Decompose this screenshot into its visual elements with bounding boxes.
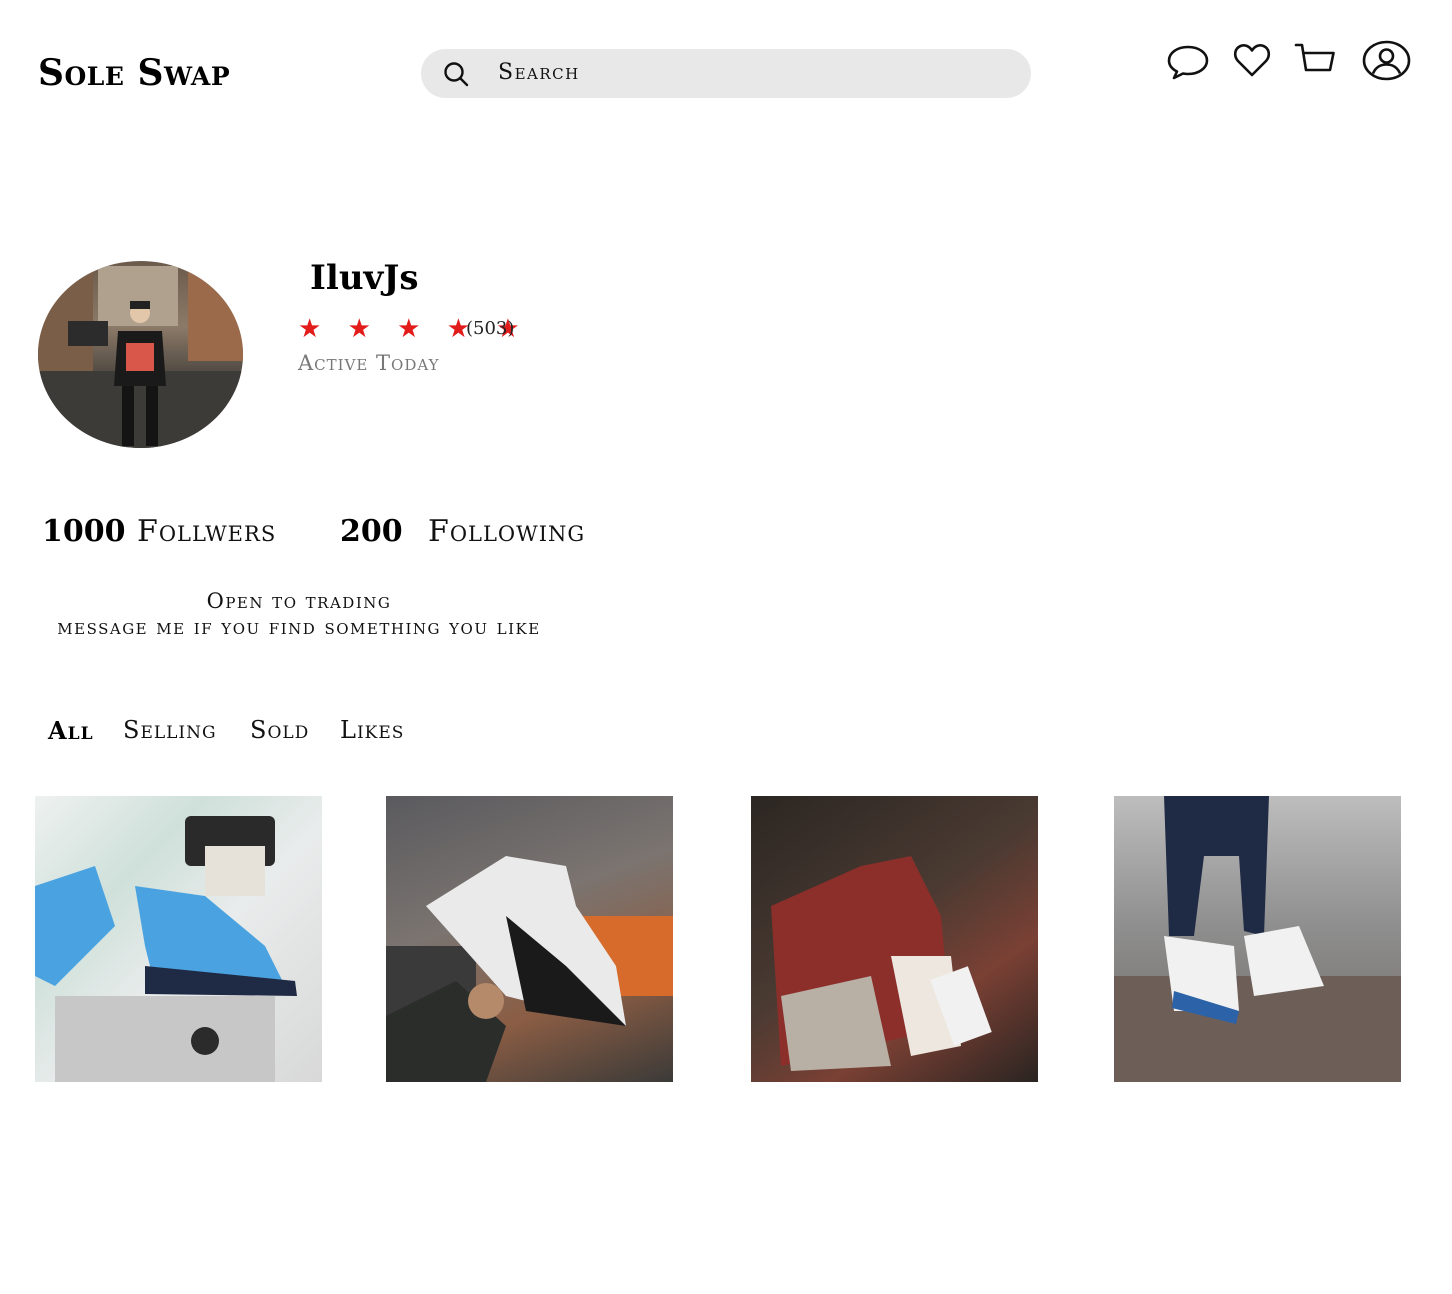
message-icon[interactable]: [1166, 44, 1210, 80]
listing-image[interactable]: [751, 796, 1038, 1082]
heart-icon[interactable]: [1233, 42, 1271, 78]
followers-label[interactable]: Follwers: [137, 514, 276, 549]
tab-all[interactable]: All: [48, 716, 94, 745]
bio-line: message me if you find something you lik…: [57, 615, 541, 639]
bio: Open to trading message me if you find s…: [45, 588, 553, 640]
listing-image[interactable]: [1114, 796, 1401, 1082]
cart-icon[interactable]: [1294, 42, 1336, 76]
search-bar[interactable]: Search: [421, 49, 1031, 98]
tab-sold[interactable]: Sold: [250, 716, 309, 744]
tab-selling[interactable]: Selling: [123, 716, 217, 744]
listing-image[interactable]: [35, 796, 322, 1082]
bio-line: Open to trading: [206, 589, 392, 613]
search-icon: [444, 62, 469, 87]
following-label[interactable]: Following: [428, 514, 585, 549]
following-count[interactable]: 200: [340, 514, 403, 549]
listing-image[interactable]: [386, 796, 673, 1082]
logo[interactable]: Sole Swap: [38, 52, 230, 94]
username: IluvJs: [310, 258, 419, 298]
rating-count: (503): [466, 318, 515, 339]
search-input[interactable]: Search: [498, 60, 580, 85]
active-status: Active Today: [298, 351, 440, 375]
avatar: [38, 261, 243, 448]
tab-likes[interactable]: Likes: [340, 716, 404, 744]
user-icon[interactable]: [1362, 40, 1411, 81]
followers-count[interactable]: 1000: [42, 514, 126, 549]
